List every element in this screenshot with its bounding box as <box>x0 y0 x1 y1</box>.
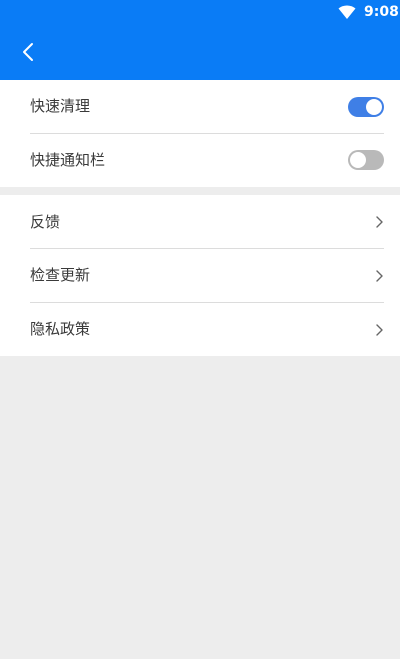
quick-clean-row[interactable]: 快速清理 <box>0 80 400 133</box>
app-bar <box>0 24 400 80</box>
chevron-right-icon <box>376 270 383 282</box>
toggle-settings-card: 快速清理 快捷通知栏 <box>0 80 400 187</box>
quick-clean-label: 快速清理 <box>30 97 91 115</box>
feedback-label: 反馈 <box>30 213 61 231</box>
quick-clean-toggle[interactable] <box>348 97 384 117</box>
check-update-label: 检查更新 <box>30 266 91 284</box>
quick-notification-label: 快捷通知栏 <box>30 151 106 169</box>
privacy-policy-row[interactable]: 隐私政策 <box>0 303 400 356</box>
toggle-knob <box>366 99 382 115</box>
chevron-right-icon <box>376 216 383 228</box>
feedback-row[interactable]: 反馈 <box>0 195 400 248</box>
check-update-row[interactable]: 检查更新 <box>0 249 400 302</box>
status-time: 9:08 <box>364 4 399 20</box>
quick-notification-toggle[interactable] <box>348 150 384 170</box>
back-button[interactable] <box>14 38 42 66</box>
toggle-knob <box>350 152 366 168</box>
privacy-policy-label: 隐私政策 <box>30 320 91 338</box>
chevron-right-icon <box>376 324 383 336</box>
status-bar: 9:08 <box>0 0 400 24</box>
quick-notification-row[interactable]: 快捷通知栏 <box>0 134 400 187</box>
chevron-left-icon <box>23 43 33 61</box>
link-settings-card: 反馈 检查更新 隐私政策 <box>0 195 400 356</box>
wifi-icon <box>338 5 356 19</box>
